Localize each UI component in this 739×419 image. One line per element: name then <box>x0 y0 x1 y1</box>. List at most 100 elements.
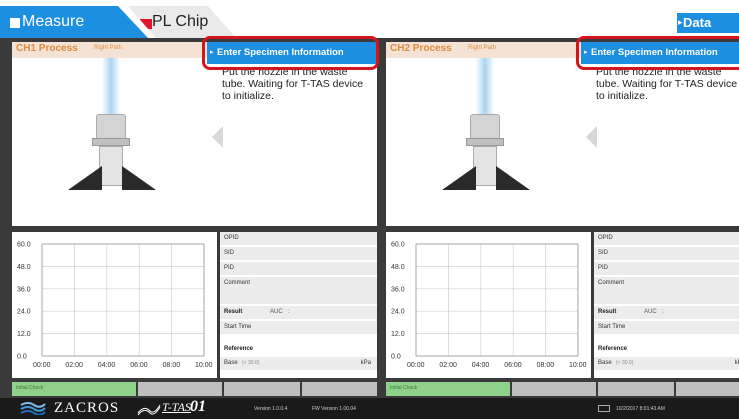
base-row: Base (< 30.0) kPa <box>220 357 377 371</box>
chart-y-tick-label: 36.0 <box>391 286 405 293</box>
opid-label: OPID <box>598 235 613 241</box>
data-button[interactable]: ▸ Data <box>677 13 739 33</box>
chart-x-tick-label: 08:00 <box>537 362 555 369</box>
nozzle-icon <box>470 114 500 140</box>
data-button-label: Data <box>683 15 712 30</box>
comment-label: Comment <box>598 280 625 286</box>
software-version: Version 1.0.0.4 <box>254 406 288 412</box>
chart-y-tick-label: 12.0 <box>391 331 405 338</box>
chart-y-tick-label: 48.0 <box>391 264 405 271</box>
chart-y-tick-label: 60.0 <box>391 242 405 249</box>
status-message: Put the nozzle in the waste tube. Waitin… <box>222 66 364 102</box>
base-label: Base <box>224 360 238 366</box>
comment-row: Comment <box>220 277 377 305</box>
chart-y-tick-label: 60.0 <box>17 242 31 249</box>
action-button-4[interactable] <box>676 382 739 396</box>
highlight-frame <box>202 36 379 70</box>
chart-x-tick-label: 04:00 <box>98 362 116 369</box>
chart-x-tick-label: 10:00 <box>569 362 587 369</box>
measure-tab-marker <box>10 18 20 28</box>
chart-y-tick-label: 24.0 <box>391 309 405 316</box>
comment-row: Comment <box>594 277 739 305</box>
specimen-info-panel: OPID SID PID Comment Result AUC : Start … <box>594 232 739 378</box>
channel-1-panel: CH1 Process Right Path Put the nozzle in… <box>12 36 379 396</box>
status-message-box: Put the nozzle in the waste tube. Waitin… <box>586 64 739 226</box>
chip-red-icon <box>140 19 152 29</box>
footer-bar: ZACROS T-TAS 01 Version 1.0.0.4 FW Versi… <box>0 398 739 419</box>
process-illustration-area <box>386 58 586 226</box>
nozzle-icon <box>96 114 126 140</box>
liquid-stream <box>476 58 494 118</box>
status-message: Put the nozzle in the waste tube. Waitin… <box>596 66 738 102</box>
process-header: CH1 Process Right Path <box>12 42 212 58</box>
colon-sep: : <box>288 309 290 315</box>
pid-label: PID <box>598 265 609 271</box>
start-time-row: Start Time <box>220 321 377 335</box>
channel-2-panel: CH2 Process Right Path Put the nozzle in… <box>386 36 739 396</box>
message-pointer <box>586 126 597 148</box>
message-pointer <box>212 126 223 148</box>
action-button-2[interactable] <box>512 382 596 396</box>
pid-row: PID <box>220 262 377 276</box>
chart-y-tick-label: 48.0 <box>17 264 31 271</box>
chart-x-tick-label: 06:00 <box>130 362 148 369</box>
initial-check-button[interactable]: Initial Check <box>386 382 510 396</box>
chart-y-tick-label: 0.0 <box>391 354 401 361</box>
tab-pl-chip[interactable]: PL Chip <box>128 6 236 38</box>
result-metric: AUC <box>270 309 283 315</box>
nozzle-fin-right <box>122 166 156 190</box>
chart-y-tick-label: 36.0 <box>17 286 31 293</box>
chart-svg: 0.0 12.0 24.0 36.0 48.0 60.0 00:00 02:00 04:00 06… <box>17 242 213 370</box>
waste-tube-icon <box>99 146 123 186</box>
base-label: Base <box>598 360 612 366</box>
base-row: Base (< 30.0) kPa <box>594 357 739 371</box>
nozzle-ridge <box>466 138 504 146</box>
ttas-product: T-TAS <box>162 400 191 414</box>
action-button-row: Initial Check <box>386 382 739 396</box>
chart-x-tick-label: 06:00 <box>504 362 522 369</box>
result-label: Result <box>224 309 243 315</box>
nozzle-fin-right <box>496 166 530 190</box>
chart-x-tick-label: 04:00 <box>472 362 490 369</box>
zacros-brand: ZACROS <box>54 400 120 416</box>
action-button-2[interactable] <box>138 382 222 396</box>
ttas-product-number: 01 <box>190 398 206 415</box>
start-time-label: Start Time <box>598 324 626 330</box>
opid-row: OPID <box>220 232 377 246</box>
keyboard-icon[interactable] <box>598 405 610 412</box>
waste-tube-icon <box>473 146 497 186</box>
status-message-box: Put the nozzle in the waste tube. Waitin… <box>212 64 377 226</box>
chart-x-tick-label: 08:00 <box>163 362 181 369</box>
chart-plot-frame <box>41 243 205 357</box>
base-value: (< 30.0) <box>616 360 634 366</box>
action-button-row: Initial Check <box>12 382 377 396</box>
initial-check-label: Initial Check <box>390 385 418 391</box>
chart-x-tick-label: 02:00 <box>439 362 457 369</box>
chart-x-tick-label: 00:00 <box>33 362 51 369</box>
process-path: Right Path <box>468 45 497 51</box>
pid-row: PID <box>594 262 739 276</box>
top-tab-bar: Measure PL Chip ▸ Data <box>0 0 739 38</box>
result-metric: AUC <box>644 309 657 315</box>
tab-measure-label: Measure <box>22 13 85 30</box>
liquid-stream <box>102 58 120 118</box>
chart-x-tick-label: 02:00 <box>65 362 83 369</box>
action-button-3[interactable] <box>224 382 300 396</box>
datetime: 10/2/2017 8:01:43 AM <box>616 406 665 412</box>
sid-row: SID <box>594 247 739 261</box>
result-label: Result <box>598 309 617 315</box>
chart-y-tick-label: 12.0 <box>17 331 31 338</box>
nozzle-fin-left <box>68 166 102 190</box>
chart-x-tick-label: 00:00 <box>407 362 425 369</box>
process-illustration-area <box>12 58 212 226</box>
opid-label: OPID <box>224 235 239 241</box>
process-path: Right Path <box>94 45 123 51</box>
specimen-info-panel: OPID SID PID Comment Result AUC : Start … <box>220 232 377 378</box>
highlight-frame <box>576 36 739 70</box>
opid-row: OPID <box>594 232 739 246</box>
action-button-3[interactable] <box>598 382 674 396</box>
tab-measure[interactable]: Measure <box>0 6 148 38</box>
action-button-4[interactable] <box>302 382 377 396</box>
initial-check-button[interactable]: Initial Check <box>12 382 136 396</box>
sid-row: SID <box>220 247 377 261</box>
